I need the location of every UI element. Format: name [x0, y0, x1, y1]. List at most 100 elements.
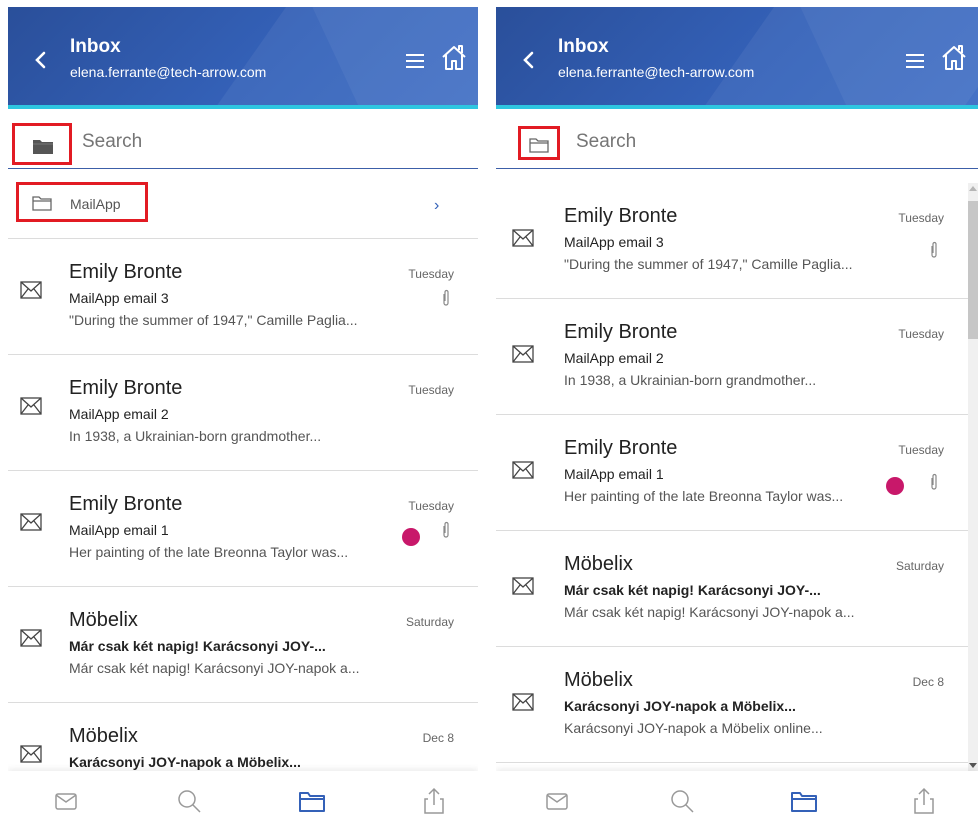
- back-button[interactable]: [30, 47, 52, 73]
- nav-share[interactable]: [908, 785, 940, 817]
- email-date: Saturday: [405, 615, 454, 629]
- email-date: Tuesday: [898, 443, 944, 457]
- email-preview: In 1938, a Ukrainian-born grandmother...: [564, 372, 817, 388]
- email-sender: Möbelix: [69, 725, 138, 747]
- home-button[interactable]: [940, 43, 968, 73]
- home-button[interactable]: [440, 43, 468, 73]
- header: Inbox elena.ferrante@tech-arrow.com: [8, 7, 478, 109]
- nav-mail[interactable]: [541, 785, 573, 817]
- envelope-icon: [512, 461, 534, 479]
- chevron-right-icon[interactable]: ›: [434, 197, 439, 215]
- email-sender: Emily Bronte: [564, 437, 678, 459]
- chevron-left-icon: [35, 51, 46, 69]
- nav-folder[interactable]: [788, 785, 820, 817]
- list-item[interactable]: Emily Bronte MailApp email 1 Her paintin…: [8, 471, 478, 587]
- nav-share[interactable]: [418, 785, 450, 817]
- search-icon: [178, 790, 201, 813]
- envelope-icon: [512, 345, 534, 363]
- folder-row-mailapp[interactable]: MailApp ›: [8, 173, 478, 239]
- back-button[interactable]: [518, 47, 540, 73]
- email-subject: MailApp email 3: [564, 234, 664, 250]
- folder-highlight: MailApp: [16, 182, 148, 222]
- email-subject: MailApp email 1: [69, 522, 169, 538]
- paperclip-icon: [443, 289, 449, 306]
- list-item[interactable]: Möbelix Már csak két napig! Karácsonyi J…: [8, 587, 478, 703]
- message-list: MailApp › Emily Bronte MailApp email 3 "…: [8, 173, 478, 819]
- unread-indicator: [402, 528, 420, 546]
- scrollbar[interactable]: [968, 183, 978, 771]
- email-subject: MailApp email 2: [564, 350, 664, 366]
- email-date: Tuesday: [408, 499, 454, 513]
- menu-button[interactable]: [904, 51, 926, 71]
- folder-picker-button[interactable]: [518, 126, 560, 160]
- scroll-down-arrow[interactable]: [969, 763, 977, 768]
- share-icon: [424, 787, 444, 814]
- folder-icon: [299, 792, 325, 812]
- email-sender: Emily Bronte: [564, 205, 678, 227]
- email-date: Saturday: [895, 559, 944, 573]
- list-item[interactable]: Möbelix Karácsonyi JOY-napok a Möbelix..…: [496, 647, 978, 763]
- folder-picker-button[interactable]: [12, 123, 72, 165]
- email-sender: Möbelix: [69, 609, 138, 631]
- folder-outline-icon: [32, 196, 52, 211]
- search-bar: [8, 113, 478, 169]
- search-bar: [496, 113, 978, 169]
- paperclip-icon: [443, 521, 449, 538]
- email-preview: Karácsonyi JOY-napok a Möbelix online...: [564, 720, 823, 736]
- list-item[interactable]: Möbelix Már csak két napig! Karácsonyi J…: [496, 531, 978, 647]
- list-item[interactable]: Emily Bronte MailApp email 2 In 1938, a …: [496, 299, 978, 415]
- search-input[interactable]: [82, 129, 382, 155]
- nav-search[interactable]: [666, 785, 698, 817]
- email-preview: Már csak két napig! Karácsonyi JOY-napok…: [564, 604, 855, 620]
- email-preview: Már csak két napig! Karácsonyi JOY-napok…: [69, 660, 360, 676]
- scroll-thumb[interactable]: [968, 201, 978, 339]
- email-sender: Emily Bronte: [69, 261, 183, 283]
- email-date: Tuesday: [408, 383, 454, 397]
- email-preview: In 1938, a Ukrainian-born grandmother...: [69, 428, 322, 444]
- list-item[interactable]: Emily Bronte MailApp email 3 "During the…: [496, 183, 978, 299]
- email-sender: Möbelix: [564, 553, 633, 575]
- account-email: elena.ferrante@tech-arrow.com: [558, 64, 755, 80]
- email-subject: Már csak két napig! Karácsonyi JOY-...: [69, 638, 326, 654]
- menu-button[interactable]: [404, 51, 426, 71]
- list-item[interactable]: Emily Bronte MailApp email 1 Her paintin…: [496, 415, 978, 531]
- email-preview: "During the summer of 1947," Camille Pag…: [69, 312, 358, 328]
- email-preview: Her painting of the late Breonna Taylor …: [564, 488, 844, 504]
- envelope-icon: [512, 577, 534, 595]
- message-list: Emily Bronte MailApp email 3 "During the…: [496, 183, 978, 763]
- search-input[interactable]: [576, 129, 876, 155]
- email-subject: Karácsonyi JOY-napok a Möbelix...: [69, 754, 301, 770]
- bottom-nav: [496, 771, 978, 827]
- scroll-up-arrow[interactable]: [969, 186, 977, 191]
- email-sender: Emily Bronte: [69, 493, 183, 515]
- share-icon: [914, 787, 934, 814]
- email-preview: "During the summer of 1947," Camille Pag…: [564, 256, 853, 272]
- bottom-nav: [8, 771, 478, 827]
- email-subject: MailApp email 2: [69, 406, 169, 422]
- email-sender: Emily Bronte: [69, 377, 183, 399]
- home-icon: [442, 45, 466, 70]
- email-sender: Möbelix: [564, 669, 633, 691]
- mail-icon: [55, 793, 77, 810]
- envelope-icon: [20, 745, 42, 763]
- header: Inbox elena.ferrante@tech-arrow.com: [496, 7, 978, 109]
- list-item[interactable]: Emily Bronte MailApp email 3 "During the…: [8, 239, 478, 355]
- list-item[interactable]: Emily Bronte MailApp email 2 In 1938, a …: [8, 355, 478, 471]
- nav-folder[interactable]: [296, 785, 328, 817]
- email-date: Dec 8: [422, 731, 454, 745]
- folder-outline-icon: [529, 138, 549, 153]
- envelope-icon: [20, 629, 42, 647]
- paperclip-icon: [931, 473, 937, 490]
- email-subject: MailApp email 3: [69, 290, 169, 306]
- nav-search[interactable]: [173, 785, 205, 817]
- nav-mail[interactable]: [50, 785, 82, 817]
- email-subject: Már csak két napig! Karácsonyi JOY-...: [564, 582, 821, 598]
- hamburger-menu-icon: [406, 54, 424, 68]
- envelope-icon: [512, 229, 534, 247]
- envelope-icon: [20, 281, 42, 299]
- email-sender: Emily Bronte: [564, 321, 678, 343]
- paperclip-icon: [931, 241, 937, 258]
- email-subject: Karácsonyi JOY-napok a Möbelix...: [564, 698, 796, 714]
- envelope-icon: [512, 693, 534, 711]
- email-preview: Her painting of the late Breonna Taylor …: [69, 544, 349, 560]
